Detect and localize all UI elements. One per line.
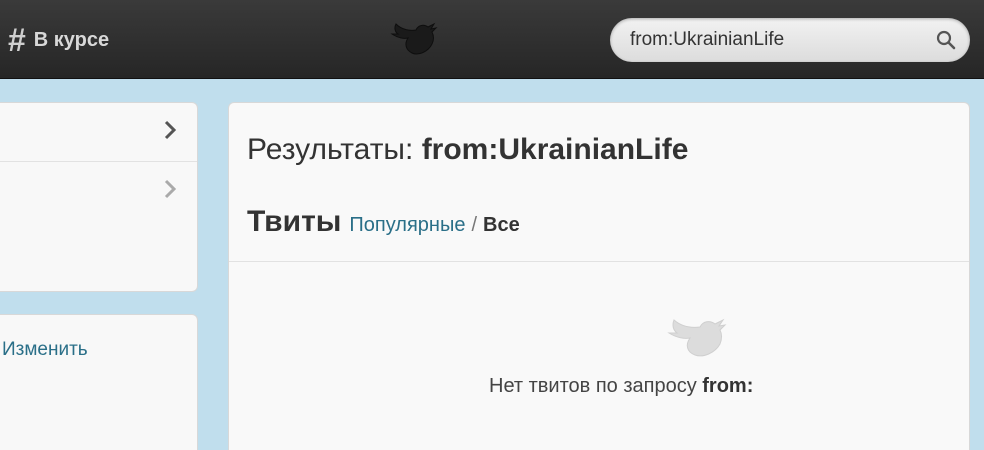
empty-state-message: Нет твитов по запросу from: xyxy=(489,375,753,398)
sidebar-nav-panel xyxy=(0,102,198,292)
edit-link[interactable]: Изменить xyxy=(2,339,88,361)
sidebar-row[interactable] xyxy=(0,162,197,220)
sidebar-settings-panel: Изменить xyxy=(0,314,198,450)
search-results-panel: Результаты: from:UkrainianLife Твиты Поп… xyxy=(228,102,970,450)
hash-icon: # xyxy=(8,22,26,58)
page-title: Результаты: from:UkrainianLife xyxy=(247,133,688,167)
nav-discover-label: В курсе xyxy=(33,28,110,51)
sidebar-row[interactable] xyxy=(0,103,197,162)
tab-all[interactable]: Все xyxy=(483,214,520,237)
results-label: Результаты: xyxy=(247,133,414,166)
empty-state-text: Нет твитов по запросу xyxy=(489,375,697,397)
twitter-bird-icon[interactable] xyxy=(388,20,438,60)
tab-separator: / xyxy=(471,214,478,236)
tweets-heading: Твиты xyxy=(247,205,342,238)
chevron-right-icon xyxy=(164,179,177,199)
nav-discover[interactable]: # В курсе xyxy=(8,20,109,60)
twitter-bird-icon xyxy=(667,318,727,357)
results-query: from:UkrainianLife xyxy=(421,133,689,166)
divider xyxy=(229,261,969,262)
chevron-right-icon xyxy=(164,120,177,140)
search-input[interactable] xyxy=(630,26,920,54)
top-bar: # В курсе xyxy=(0,0,984,79)
empty-state-query: from: xyxy=(702,375,754,397)
magnifier-icon[interactable] xyxy=(934,28,958,52)
tab-popular[interactable]: Популярные xyxy=(349,214,465,237)
tweets-header: Твиты Популярные / Все xyxy=(247,205,520,239)
search-box xyxy=(610,18,970,62)
